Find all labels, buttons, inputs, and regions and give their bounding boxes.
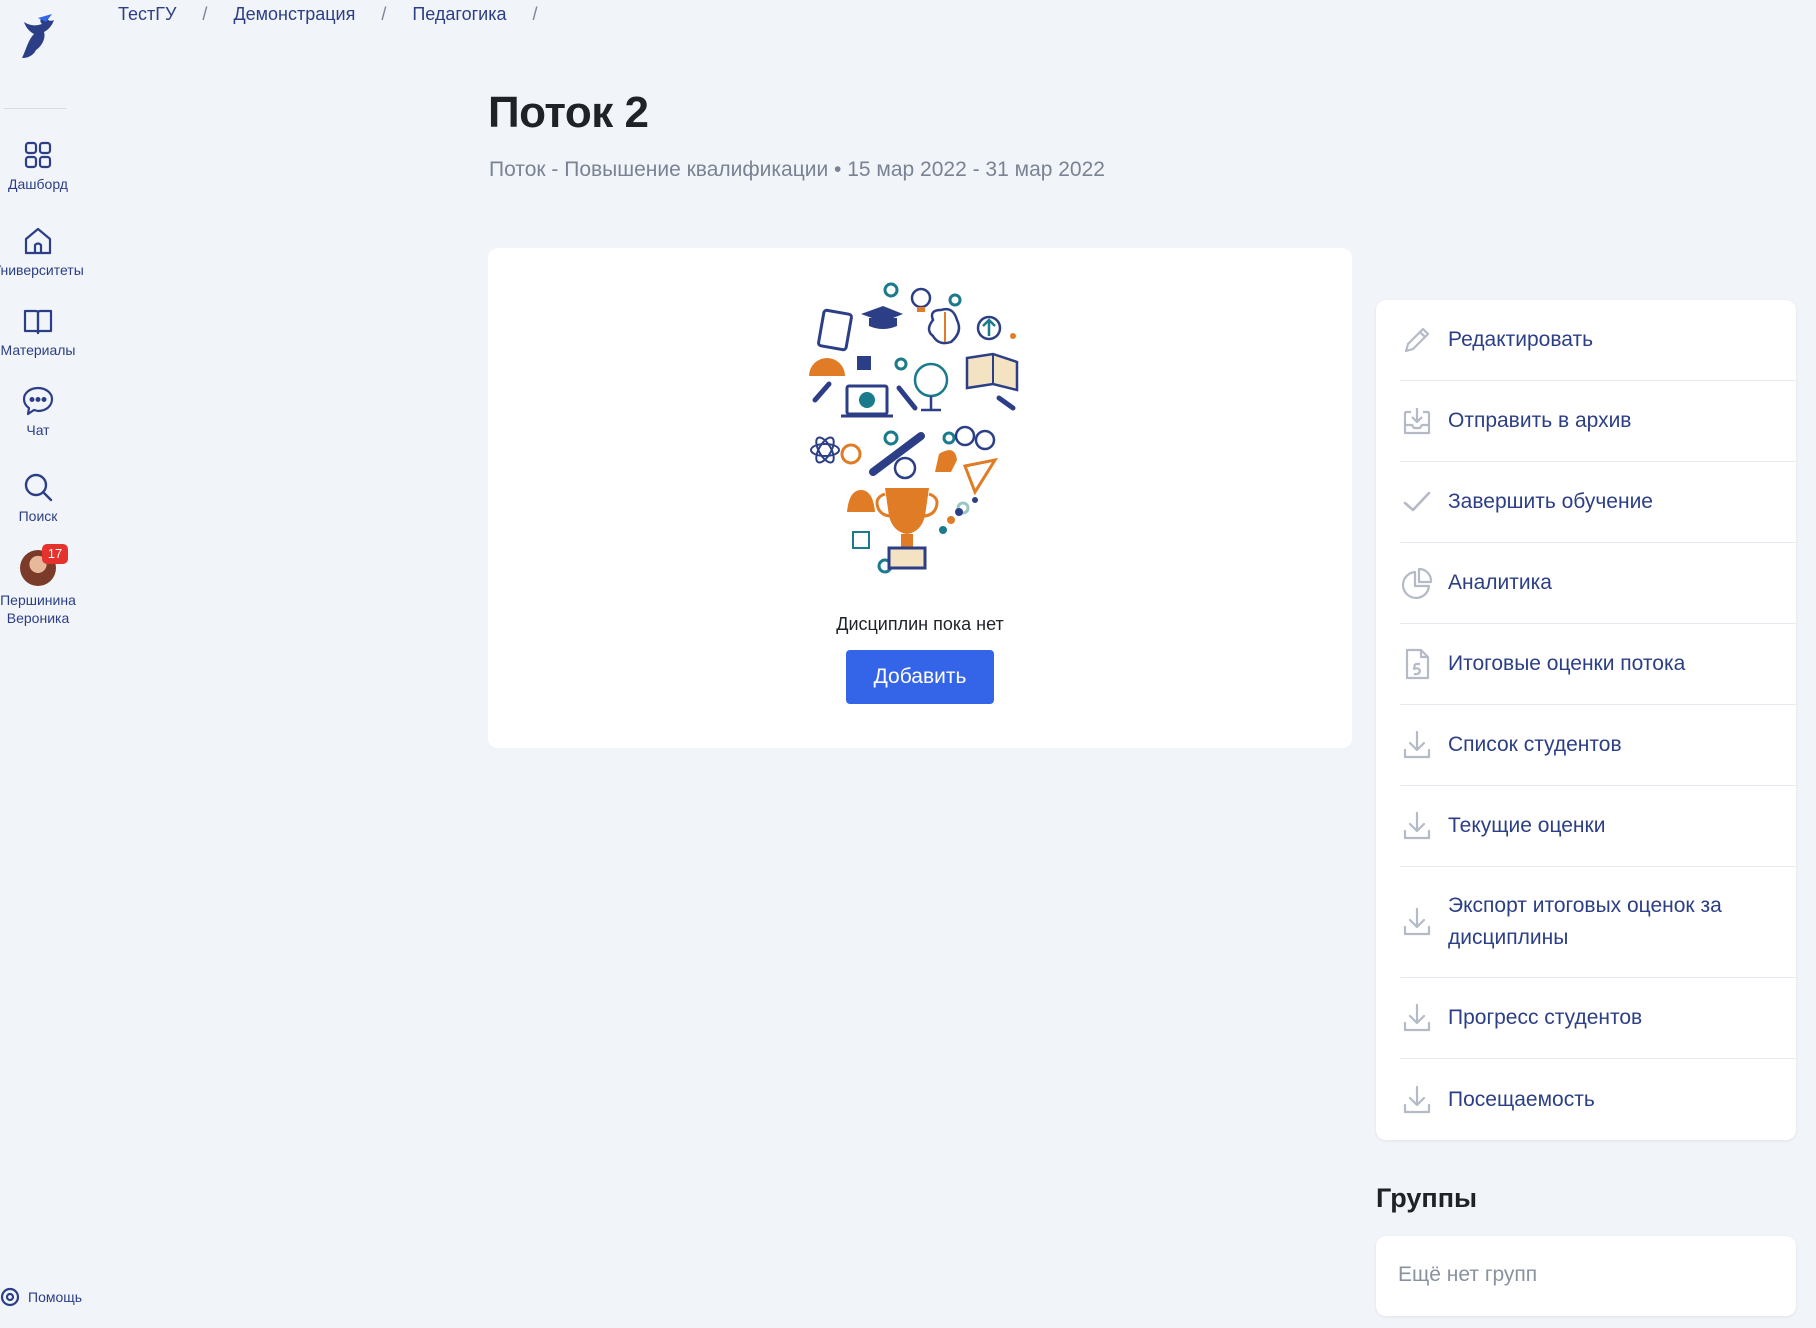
sidebar-item-label: Чат <box>26 422 50 438</box>
user-name: Першинина Вероника <box>0 592 76 626</box>
breadcrumb-separator: / <box>202 4 208 24</box>
student-list-action[interactable]: Список студентов <box>1400 705 1796 786</box>
help-label: Помощь <box>28 1289 83 1305</box>
page-subtitle: Поток - Повышение квалификации • 15 мар … <box>489 158 1105 181</box>
download-icon <box>1403 1085 1431 1113</box>
sidebar-item-label: Дашборд <box>8 176 68 192</box>
action-label: Посещаемость <box>1448 1087 1595 1111</box>
sidebar-item-materials[interactable]: Материалы <box>0 304 76 358</box>
download-icon <box>1403 811 1431 840</box>
sidebar-item-search[interactable]: Поиск <box>0 470 76 524</box>
sidebar-divider <box>4 108 66 109</box>
action-label: Текущие оценки <box>1448 814 1606 837</box>
sidebar-item-label: Поиск <box>18 508 58 524</box>
attendance-action[interactable]: Посещаемость <box>1400 1059 1796 1140</box>
chat-icon <box>22 386 54 416</box>
education-illustration-icon <box>809 282 1019 574</box>
action-label: Завершить обучение <box>1448 490 1653 513</box>
book-icon <box>23 309 53 335</box>
breadcrumb-separator: / <box>532 4 538 24</box>
pencil-icon <box>1404 327 1430 353</box>
grid-icon <box>24 141 52 169</box>
action-label: Отправить в архив <box>1448 409 1632 432</box>
export-final-grades-action[interactable]: Экспорт итоговых оценок за дисциплины <box>1400 867 1796 978</box>
left-sidebar: Дашборд Университеты Материалы Чат Поиск… <box>0 0 84 1328</box>
help-button[interactable]: Помощь <box>0 1287 82 1307</box>
add-discipline-button[interactable]: Добавить <box>846 650 994 704</box>
action-label: Список студентов <box>1448 733 1622 756</box>
empty-state-text: Дисциплин пока нет <box>836 614 1004 634</box>
action-label: Аналитика <box>1448 571 1552 594</box>
breadcrumb-separator: / <box>381 4 387 24</box>
lifebuoy-icon <box>0 1287 20 1307</box>
sidebar-item-universities[interactable]: Университеты <box>0 224 84 278</box>
current-grades-action[interactable]: Текущие оценки <box>1400 786 1796 867</box>
final-grades-action[interactable]: Итоговые оценки потока <box>1400 624 1796 705</box>
sidebar-item-dashboard[interactable]: Дашборд <box>0 138 76 192</box>
search-icon <box>24 473 53 502</box>
finish-training-action[interactable]: Завершить обучение <box>1400 462 1796 543</box>
archive-action[interactable]: Отправить в архив <box>1400 381 1796 462</box>
pie-chart-icon <box>1402 567 1433 599</box>
avatar[interactable]: 17 <box>20 544 68 586</box>
sidebar-user[interactable]: 17 Першинина Вероника <box>0 544 76 627</box>
student-progress-action[interactable]: Прогресс студентов <box>1400 978 1796 1059</box>
analytics-action[interactable]: Аналитика <box>1400 543 1796 624</box>
notification-badge: 17 <box>42 544 68 564</box>
edit-action[interactable]: Редактировать <box>1400 300 1796 381</box>
sidebar-item-label: Университеты <box>0 262 84 278</box>
actions-card: Редактировать Отправить в архив Завершит… <box>1376 300 1796 1140</box>
breadcrumb-item[interactable]: ТестГУ <box>118 4 176 25</box>
action-label: Итоговые оценки потока <box>1448 652 1686 675</box>
download-icon <box>1403 730 1431 759</box>
groups-card: Ещё нет групп <box>1376 1236 1796 1316</box>
groups-empty-text: Ещё нет групп <box>1398 1263 1538 1286</box>
groups-title: Группы <box>1376 1183 1478 1213</box>
breadcrumb-item[interactable]: Педагогика <box>412 4 506 25</box>
sidebar-item-chat[interactable]: Чат <box>0 384 76 438</box>
action-label: Редактировать <box>1448 328 1594 351</box>
archive-icon <box>1403 408 1431 435</box>
download-icon <box>1403 907 1431 936</box>
grade-file-icon <box>1405 648 1430 680</box>
house-icon <box>24 227 52 255</box>
breadcrumb: ТестГУ / Демонстрация / Педагогика / <box>118 4 564 25</box>
download-icon <box>1403 1003 1431 1032</box>
action-label: Экспорт итоговых оценок за дисциплины <box>1448 894 1722 949</box>
breadcrumb-item[interactable]: Демонстрация <box>233 4 355 25</box>
app-page: Дашборд Университеты Материалы Чат Поиск… <box>0 0 1816 1328</box>
page-title: Поток 2 <box>488 88 649 137</box>
disciplines-card: Дисциплин пока нет Добавить <box>488 248 1352 748</box>
logo-icon[interactable] <box>8 10 64 66</box>
sidebar-item-label: Материалы <box>0 342 76 358</box>
action-label: Прогресс студентов <box>1448 1006 1643 1029</box>
check-icon <box>1403 491 1431 512</box>
